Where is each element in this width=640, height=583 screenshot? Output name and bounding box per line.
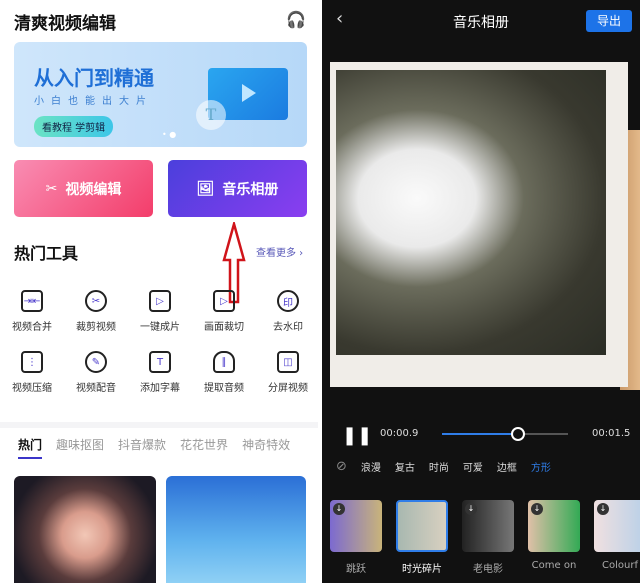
stamp-icon: 印 [277, 290, 299, 312]
merge-icon: ⇥⇤ [21, 290, 43, 312]
tool-dubbing[interactable]: ✎ 视频配音 [64, 351, 128, 394]
home-screen: 清爽视频编辑 🎧 从入门到精通 小白也能出大片 看教程 学剪辑 T • ● ✂ 视… [0, 0, 318, 583]
category-item[interactable]: 复古 [395, 459, 415, 474]
tool-label: 视频配音 [76, 383, 116, 394]
tab-douyin[interactable]: 抖音爆款 [118, 436, 166, 459]
music-album-card[interactable]: 🖼 音乐相册 [168, 160, 307, 217]
template-thumbnail[interactable] [166, 476, 306, 583]
tools-grid: ⇥⇤ 视频合并 ✂ 裁剪视频 ▷ 一键成片 ▷ 画面裁切 印去水印 ⋮ 视频压缩 ✎ 视频配… [0, 290, 318, 394]
tool-label: 提取音频 [204, 383, 244, 394]
headset-icon[interactable]: 🎧 [286, 10, 306, 29]
template-item[interactable]: ↓ 老电影 [462, 500, 514, 575]
see-more-link[interactable]: 查看更多 › [256, 244, 303, 259]
card-label: 视频编辑 [65, 181, 122, 198]
tab-effects[interactable]: 神奇特效 [242, 436, 290, 459]
app-title: 清爽视频编辑 [14, 14, 116, 34]
tool-label: 裁剪视频 [76, 322, 116, 333]
preview-photo [330, 62, 628, 387]
video-edit-card[interactable]: ✂ 视频编辑 [14, 160, 153, 217]
text-icon: T [196, 100, 226, 130]
tool-label: 画面裁切 [204, 322, 244, 333]
download-icon[interactable]: ↓ [333, 503, 345, 515]
scissors-icon: ✂ [45, 180, 58, 197]
subtitle-icon: T [149, 351, 171, 373]
divider [0, 422, 318, 428]
split-screen-icon: ◫ [277, 351, 299, 373]
current-time: 00:00.9 [380, 428, 419, 439]
image-icon: 🖼 [196, 180, 215, 197]
tool-extract-audio[interactable]: ∥ 提取音频 [192, 351, 256, 394]
download-icon[interactable]: ↓ [531, 503, 543, 515]
template-label: 时光碎片 [402, 564, 442, 575]
swan-image [336, 70, 606, 355]
pause-icon[interactable]: ❚❚ [342, 425, 372, 446]
template-thumbnail [396, 500, 448, 552]
carousel-dots[interactable]: • ● [162, 130, 176, 139]
banner-subtitle: 小白也能出大片 [34, 96, 153, 107]
promo-banner[interactable]: 从入门到精通 小白也能出大片 看教程 学剪辑 T • ● [14, 42, 307, 147]
microphone-icon: ✎ [85, 351, 107, 373]
tool-split-screen[interactable]: ◫ 分屏视频 [256, 351, 320, 394]
none-icon[interactable]: ⊘ [336, 459, 347, 474]
template-item[interactable]: ↓ Colourf [594, 500, 640, 575]
category-tabs: 热门 趣味抠图 抖音爆款 花花世界 神奇特效 [18, 436, 290, 459]
category-item[interactable]: 时尚 [429, 459, 449, 474]
template-label: Come on [531, 560, 577, 571]
card-label: 音乐相册 [222, 181, 279, 198]
scissors-icon: ✂ [85, 290, 107, 312]
template-thumbnail[interactable] [14, 476, 156, 583]
total-time: 00:01.5 [592, 428, 631, 439]
crop-icon: ▷ [213, 290, 235, 312]
template-label: 跳跃 [346, 564, 366, 575]
banner-title: 从入门到精通 [34, 66, 154, 90]
tool-trim-video[interactable]: ✂ 裁剪视频 [64, 290, 128, 333]
category-item-active[interactable]: 方形 [531, 459, 551, 474]
tool-one-click[interactable]: ▷ 一键成片 [128, 290, 192, 333]
tab-fun-cutout[interactable]: 趣味抠图 [56, 436, 104, 459]
tab-flowers[interactable]: 花花世界 [180, 436, 228, 459]
style-categories: ⊘ 浪漫 复古 时尚 可爱 边框 方形 [336, 459, 551, 474]
template-thumbnail: ↓ [528, 500, 580, 552]
category-item[interactable]: 浪漫 [361, 459, 381, 474]
headphones-icon: ∥ [213, 351, 235, 373]
download-icon[interactable]: ↓ [465, 503, 477, 515]
export-button[interactable]: 导出 [586, 10, 632, 32]
tool-label: 一键成片 [140, 322, 180, 333]
tool-video-merge[interactable]: ⇥⇤ 视频合并 [0, 290, 64, 333]
tool-remove-watermark[interactable]: 印去水印 [256, 290, 320, 333]
slider-knob[interactable] [510, 427, 525, 441]
template-item[interactable]: ↓ 跳跃 [330, 500, 382, 575]
tab-hot[interactable]: 热门 [18, 436, 43, 459]
tool-label: 去水印 [273, 322, 303, 333]
play-icon [242, 84, 256, 102]
zip-icon: ⋮ [21, 351, 43, 373]
template-thumbnail: ↓ [594, 500, 640, 552]
template-item[interactable]: 时光碎片 [396, 500, 448, 575]
template-thumbnail: ↓ [330, 500, 382, 552]
music-album-editor: ‹ 音乐相册 导出 ❚❚ 00:00.9 00:01.5 ⊘ 浪漫 复古 时尚 … [322, 0, 640, 583]
tool-label: 添加字幕 [140, 383, 180, 394]
tutorial-button[interactable]: 看教程 学剪辑 [34, 116, 114, 137]
tool-label: 视频合并 [12, 322, 52, 333]
template-thumbnail: ↓ [462, 500, 514, 552]
tool-label: 分屏视频 [268, 383, 308, 394]
section-title: 热门工具 [14, 244, 79, 263]
play-import-icon: ▷ [149, 290, 171, 312]
tool-label: 视频压缩 [12, 383, 52, 394]
tool-subtitles[interactable]: T 添加字幕 [128, 351, 192, 394]
template-label: Colourf [602, 560, 638, 571]
category-item[interactable]: 可爱 [463, 459, 483, 474]
progress-slider[interactable] [442, 427, 568, 441]
template-item[interactable]: ↓ Come on [528, 500, 580, 575]
progress-fill [442, 433, 518, 435]
template-label: 老电影 [473, 564, 503, 575]
tool-compress[interactable]: ⋮ 视频压缩 [0, 351, 64, 394]
template-list: ↓ 跳跃 时光碎片 ↓ 老电影 ↓ Come on ↓ Colourf [330, 500, 640, 575]
download-icon[interactable]: ↓ [597, 503, 609, 515]
tool-crop[interactable]: ▷ 画面裁切 [192, 290, 256, 333]
category-item[interactable]: 边框 [497, 459, 517, 474]
